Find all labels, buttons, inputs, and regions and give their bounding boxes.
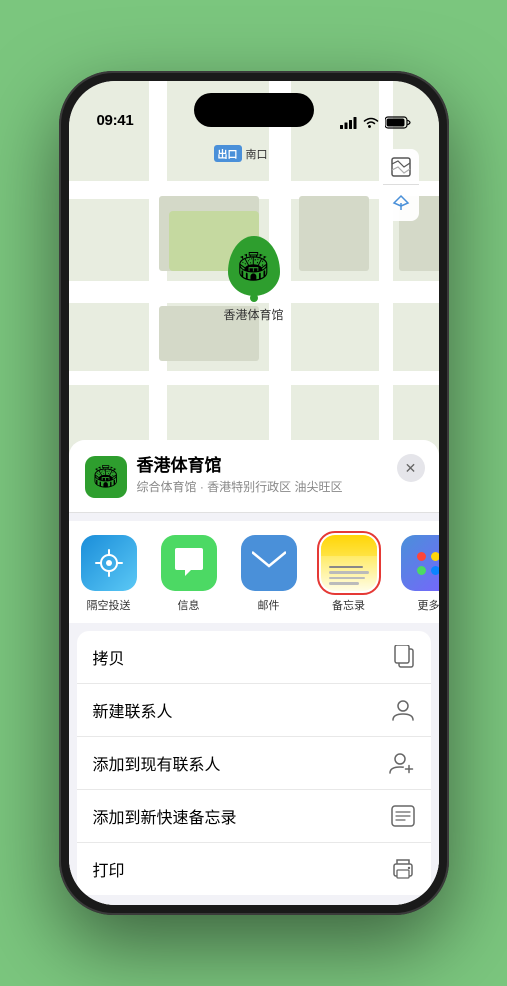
notes-line1	[329, 566, 363, 569]
action-text-print: 打印	[93, 857, 125, 881]
location-subtitle: 综合体育馆 · 香港特别行政区 油尖旺区	[137, 478, 423, 495]
stadium-pin: 🏟	[228, 236, 280, 296]
notes-line4	[329, 582, 359, 585]
status-time: 09:41	[97, 112, 134, 129]
phone-screen: 09:41	[69, 81, 439, 905]
share-item-mail[interactable]: 邮件	[229, 535, 309, 613]
messages-symbol	[173, 548, 205, 578]
stadium-marker[interactable]: 🏟 香港体育馆	[224, 236, 284, 323]
new-contact-icon	[391, 698, 415, 722]
notes-icon	[321, 535, 377, 591]
action-text-copy: 拷贝	[93, 645, 125, 669]
more-dot-red	[417, 552, 426, 561]
share-item-more[interactable]: 更多	[389, 535, 439, 613]
action-text-add-contact: 添加到现有联系人	[93, 751, 221, 775]
map-label-badge: 出口	[214, 145, 242, 162]
mail-icon	[241, 535, 297, 591]
location-button[interactable]	[383, 185, 419, 221]
dynamic-island	[194, 93, 314, 127]
action-text-quick-note: 添加到新快速备忘录	[93, 804, 237, 828]
action-item-print[interactable]: 打印	[77, 843, 431, 895]
location-arrow-icon	[392, 194, 410, 212]
action-list: 拷贝 新建联系人 添加到现有联系人	[77, 631, 431, 895]
share-label-airdrop: 隔空投送	[87, 597, 131, 613]
bottom-sheet: 🏟 香港体育馆 综合体育馆 · 香港特别行政区 油尖旺区 ✕	[69, 440, 439, 905]
more-dot-yellow	[431, 552, 439, 561]
location-info: 香港体育馆 综合体育馆 · 香港特别行政区 油尖旺区	[137, 456, 423, 495]
phone-frame: 09:41	[59, 71, 449, 915]
more-icon	[401, 535, 439, 591]
print-icon	[391, 858, 415, 880]
more-dot-green	[417, 566, 426, 575]
notes-line3	[329, 577, 365, 580]
add-contact-icon	[389, 751, 415, 775]
more-dots	[417, 535, 439, 591]
notes-lines	[321, 556, 377, 591]
action-item-add-contact[interactable]: 添加到现有联系人	[77, 737, 431, 790]
battery-icon	[385, 116, 411, 129]
location-card-icon: 🏟	[85, 456, 127, 498]
map-building	[299, 196, 369, 271]
share-label-mail: 邮件	[258, 597, 280, 613]
action-item-quick-note[interactable]: 添加到新快速备忘录	[77, 790, 431, 843]
airdrop-symbol	[92, 546, 126, 580]
close-button[interactable]: ✕	[397, 454, 425, 482]
location-name: 香港体育馆	[137, 456, 423, 476]
share-item-notes[interactable]: 备忘录	[309, 535, 389, 613]
status-icons	[340, 116, 411, 129]
action-text-new-contact: 新建联系人	[93, 698, 173, 722]
share-label-notes: 备忘录	[332, 597, 365, 613]
share-item-airdrop[interactable]: 隔空投送	[69, 535, 149, 613]
map-controls	[383, 149, 419, 221]
more-dot-blue	[431, 566, 439, 575]
more-dot-row2	[417, 566, 439, 575]
map-type-icon	[391, 157, 411, 177]
share-row: 隔空投送 信息	[69, 521, 439, 623]
signal-icon	[340, 117, 357, 129]
action-item-new-contact[interactable]: 新建联系人	[77, 684, 431, 737]
map-label-text: 南口	[246, 146, 268, 162]
share-label-messages: 信息	[178, 597, 200, 613]
more-dot-row1	[417, 552, 439, 561]
notes-top	[321, 536, 377, 556]
notes-line2	[329, 571, 369, 574]
stadium-icon: 🏟	[236, 250, 272, 283]
copy-icon	[393, 645, 415, 669]
share-item-messages[interactable]: 信息	[149, 535, 229, 613]
map-type-button[interactable]	[383, 149, 419, 185]
map-label: 出口 南口	[214, 145, 268, 162]
share-label-more: 更多	[418, 597, 439, 613]
action-item-copy[interactable]: 拷贝	[77, 631, 431, 684]
airdrop-icon	[81, 535, 137, 591]
quick-note-icon	[391, 805, 415, 827]
stadium-label: 香港体育馆	[224, 306, 284, 323]
wifi-icon	[363, 117, 379, 129]
mail-symbol	[252, 550, 286, 576]
messages-icon	[161, 535, 217, 591]
location-header: 🏟 香港体育馆 综合体育馆 · 香港特别行政区 油尖旺区 ✕	[69, 440, 439, 513]
